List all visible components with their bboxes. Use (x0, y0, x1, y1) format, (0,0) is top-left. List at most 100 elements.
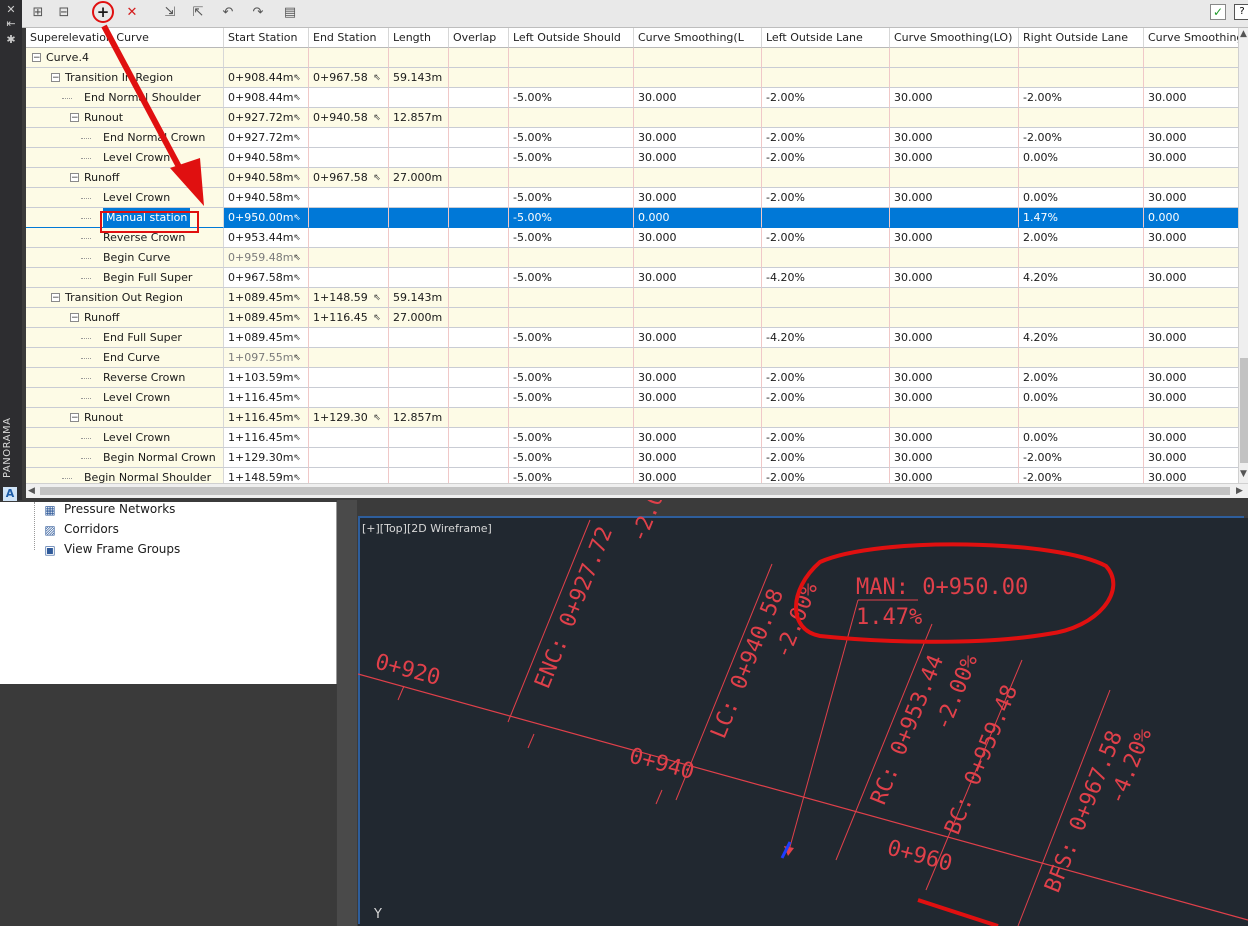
column-header[interactable]: End Station (309, 28, 389, 48)
horizontal-scrollbar[interactable]: ◀ ▶ (26, 483, 1248, 498)
grid-cell-cs1[interactable] (634, 308, 762, 328)
settings-icon[interactable]: ▤ (280, 3, 300, 23)
tree-cell[interactable]: − Curve.4 (26, 48, 224, 68)
grid-cell-length[interactable] (389, 348, 449, 368)
pick-station-icon[interactable]: ⇖ (289, 91, 305, 105)
grid-cell-end[interactable] (309, 128, 389, 148)
grid-cell-rol[interactable] (1019, 288, 1144, 308)
pick-station-icon[interactable]: ⇖ (289, 411, 305, 425)
grid-cell-length[interactable] (389, 248, 449, 268)
grid-cell-start[interactable]: 0+950.00m ⇖ (224, 208, 309, 228)
pick-station-icon[interactable]: ⇖ (289, 391, 305, 405)
grid-cell-end[interactable] (309, 448, 389, 468)
grid-cell-cs1[interactable] (634, 48, 762, 68)
tree-cell[interactable]: End Full Super (26, 328, 224, 348)
grid-cell-cs1[interactable]: 30.000 (634, 428, 762, 448)
grid-cell-overlap[interactable] (449, 168, 509, 188)
grid-cell-start[interactable]: 1+116.45m ⇖ (224, 428, 309, 448)
grid-cell-rol[interactable] (1019, 408, 1144, 428)
grid-cell-lol[interactable]: -2.00% (762, 228, 890, 248)
table-row[interactable]: Reverse Crown 0+953.44m ⇖ -5.00% 30.000 -2.00… (26, 228, 1248, 248)
grid-cell-cs1[interactable]: 30.000 (634, 228, 762, 248)
tree-cell[interactable]: Begin Normal Crown (26, 448, 224, 468)
tree-toggle-icon[interactable]: − (70, 313, 79, 323)
grid-cell-overlap[interactable] (449, 468, 509, 483)
grid-cell-cs2[interactable]: 30.000 (890, 448, 1019, 468)
grid-cell-start[interactable]: 1+097.55m ⇖ (224, 348, 309, 368)
grid-cell-cs1[interactable] (634, 68, 762, 88)
grid-cell-los[interactable]: -5.00% (509, 88, 634, 108)
column-header[interactable]: Curve Smoothing(LO) (890, 28, 1019, 48)
grid-cell-cs3[interactable] (1144, 288, 1248, 308)
grid-cell-overlap[interactable] (449, 448, 509, 468)
table-row[interactable]: Begin Normal Shoulder 1+148.59m ⇖ -5.00% 30.… (26, 468, 1248, 483)
grid-cell-start[interactable]: 0+908.44m ⇖ (224, 88, 309, 108)
grid-cell-cs2[interactable]: 30.000 (890, 88, 1019, 108)
grid-cell-los[interactable] (509, 348, 634, 368)
grid-cell-cs1[interactable]: 30.000 (634, 188, 762, 208)
pick-station-icon[interactable]: ⇖ (289, 71, 305, 85)
column-header[interactable]: Overlap (449, 28, 509, 48)
apply-checkbox[interactable]: ✓ (1210, 4, 1226, 20)
pick-station-icon[interactable]: ⇖ (289, 151, 305, 165)
grid-cell-rol[interactable]: 1.47% (1019, 208, 1144, 228)
scroll-right-icon[interactable]: ▶ (1236, 485, 1243, 497)
grid-cell-overlap[interactable] (449, 148, 509, 168)
grid-cell-start[interactable]: 1+089.45m ⇖ (224, 328, 309, 348)
pick-station-icon[interactable]: ⇖ (289, 351, 305, 365)
grid-cell-cs3[interactable] (1144, 48, 1248, 68)
table-row[interactable]: − Runout 1+116.45m ⇖ 1+129.30 ⇖ 12.857m (26, 408, 1248, 428)
vertical-scrollbar[interactable]: ▲ ▼ (1238, 28, 1248, 483)
grid-cell-length[interactable] (389, 388, 449, 408)
grid-cell-rol[interactable]: -2.00% (1019, 128, 1144, 148)
grid-cell-cs3[interactable]: 30.000 (1144, 388, 1248, 408)
grid-cell-start[interactable]: 0+908.44m ⇖ (224, 68, 309, 88)
grid-cell-rol[interactable]: -2.00% (1019, 468, 1144, 483)
help-button[interactable]: ? (1234, 4, 1248, 20)
grid-cell-overlap[interactable] (449, 428, 509, 448)
grid-cell-cs3[interactable]: 30.000 (1144, 448, 1248, 468)
grid-cell-rol[interactable]: 2.00% (1019, 228, 1144, 248)
grid-cell-lol[interactable]: -2.00% (762, 368, 890, 388)
export-icon[interactable]: ⇲ (160, 3, 180, 23)
grid-cell-overlap[interactable] (449, 388, 509, 408)
grid-cell-end[interactable] (309, 148, 389, 168)
grid-cell-start[interactable]: 1+129.30m ⇖ (224, 448, 309, 468)
grid-cell-cs3[interactable]: 0.000 (1144, 208, 1248, 228)
grid-cell-cs3[interactable]: 30.000 (1144, 228, 1248, 248)
table-row[interactable]: Reverse Crown 1+103.59m ⇖ -5.00% 30.000 -2.00… (26, 368, 1248, 388)
grid-cell-end[interactable]: 1+148.59 ⇖ (309, 288, 389, 308)
grid-cell-lol[interactable] (762, 308, 890, 328)
grid-cell-cs1[interactable]: 30.000 (634, 328, 762, 348)
grid-cell-cs2[interactable] (890, 288, 1019, 308)
grid-cell-overlap[interactable] (449, 188, 509, 208)
grid-cell-lol[interactable]: -2.00% (762, 468, 890, 483)
grid-cell-start[interactable]: 0+940.58m ⇖ (224, 148, 309, 168)
tree-toggle-icon[interactable]: − (32, 53, 41, 63)
tree-cell[interactable]: − Runout (26, 408, 224, 428)
grid-cell-cs1[interactable] (634, 408, 762, 428)
grid-cell-cs2[interactable]: 30.000 (890, 128, 1019, 148)
grid-cell-rol[interactable]: 4.20% (1019, 268, 1144, 288)
grid-cell-length[interactable]: 12.857m (389, 108, 449, 128)
grid-cell-cs2[interactable] (890, 108, 1019, 128)
grid-cell-rol[interactable] (1019, 348, 1144, 368)
grid-cell-los[interactable]: -5.00% (509, 208, 634, 228)
grid-cell-rol[interactable]: -2.00% (1019, 448, 1144, 468)
table-row[interactable]: − Transition In Region 0+908.44m ⇖ 0+967.58 ⇖… (26, 68, 1248, 88)
tree-cell[interactable]: End Normal Crown (26, 128, 224, 148)
grid-cell-lol[interactable] (762, 208, 890, 228)
grid-cell-length[interactable] (389, 328, 449, 348)
table-row[interactable]: − Runout 0+927.72m ⇖ 0+940.58 ⇖ 12.857m (26, 108, 1248, 128)
properties-icon[interactable]: ✱ (4, 34, 18, 46)
tree-expand-icon[interactable]: ⊞ (28, 3, 48, 23)
grid-cell-overlap[interactable] (449, 308, 509, 328)
grid-cell-cs1[interactable]: 30.000 (634, 148, 762, 168)
grid-cell-start[interactable]: 0+967.58m ⇖ (224, 268, 309, 288)
grid-cell-end[interactable]: 0+967.58 ⇖ (309, 168, 389, 188)
grid-cell-cs2[interactable] (890, 348, 1019, 368)
grid-cell-lol[interactable]: -2.00% (762, 388, 890, 408)
pick-station-icon[interactable]: ⇖ (369, 171, 385, 185)
grid-cell-lol[interactable] (762, 288, 890, 308)
pick-station-icon[interactable]: ⇖ (369, 291, 385, 305)
